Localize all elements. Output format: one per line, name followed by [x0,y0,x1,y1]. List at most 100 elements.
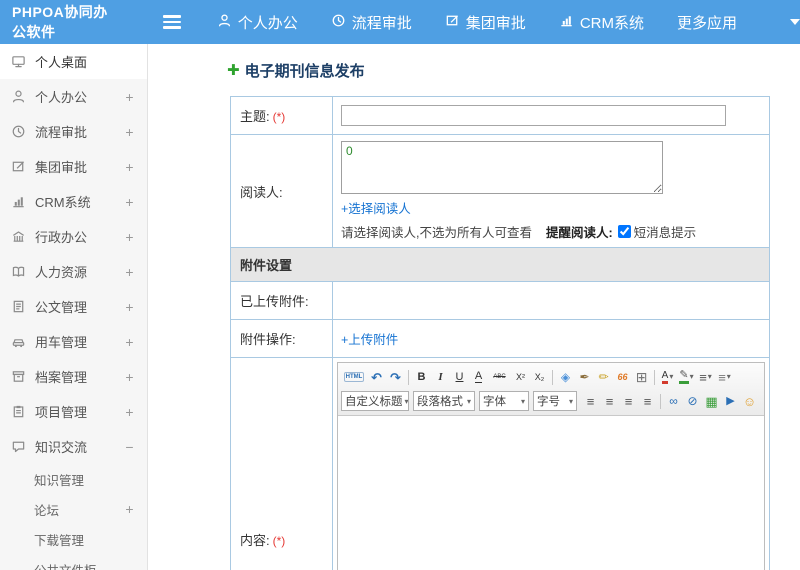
expand-toggle[interactable]: + [124,501,135,517]
sidebar-item-archives[interactable]: 档案管理 + [0,359,147,394]
subject-label: 主题: [240,109,270,124]
superscript-icon[interactable] [511,368,530,387]
editor-toolbar: 自定义标题▾ 段落格式▾ 字体▾ 字号▾ [338,363,764,416]
toolbar-divider [552,369,553,385]
sidebar-item-personal-office[interactable]: 个人办公 + [0,79,147,114]
nav-item-group-approval[interactable]: 集团审批 [445,12,526,33]
pen-color-icon[interactable] [677,368,696,387]
eraser-icon[interactable] [556,368,575,387]
sidebar-item-crm[interactable]: CRM系统 + [0,184,147,219]
expand-toggle[interactable]: + [124,124,135,140]
attachment-ops-label: 附件操作: [240,332,296,347]
sidebar-item-workflow-approval[interactable]: 流程审批 + [0,114,147,149]
font-color-icon[interactable] [658,368,677,387]
align-right-icon[interactable] [619,392,638,411]
select-readers-link[interactable]: +选择阅读人 [341,198,411,217]
align-left-icon[interactable] [581,392,600,411]
format-brush-icon[interactable] [575,368,594,387]
readers-textarea[interactable]: 0 [341,141,663,194]
attachment-section-row: 附件设置 [230,247,770,282]
collapse-toggle[interactable]: − [124,439,135,455]
uploaded-attachments-row: 已上传附件: [230,281,770,320]
sidebar-subitem-download[interactable]: 下载管理 [0,524,147,554]
image-icon[interactable] [702,392,721,411]
expand-toggle[interactable]: + [124,404,135,420]
bold-icon[interactable] [412,368,431,387]
ordered-list-icon[interactable] [715,368,734,387]
editor-content-area[interactable] [338,416,764,570]
sidebar-item-vehicle[interactable]: 用车管理 + [0,324,147,359]
sidebar-subitem-label: 公共文件柜 [34,560,124,570]
sidebar-item-label: 个人办公 [35,90,88,105]
sidebar-item-admin-office[interactable]: 行政办公 + [0,219,147,254]
nav-item-crm[interactable]: CRM系统 [559,12,644,33]
required-mark: (*) [272,110,286,124]
table-icon[interactable] [632,368,651,387]
expand-toggle[interactable]: + [124,334,135,350]
nav-item-workflow-approval[interactable]: 流程审批 [331,12,412,33]
sidebar-subitem-label: 知识管理 [34,473,85,488]
top-navigation: 个人办公 流程审批 集团审批 CRM系统 更多应用 [217,12,800,33]
unordered-list-icon[interactable] [696,368,715,387]
sidebar-subitem-knowledge-mgmt[interactable]: 知识管理 [0,464,147,494]
upload-attachment-link[interactable]: +上传附件 [341,329,398,348]
underline-icon[interactable] [450,368,469,387]
expand-toggle[interactable]: + [124,229,135,245]
sidebar-item-knowledge[interactable]: 知识交流 − [0,429,147,464]
paragraph-format-select[interactable]: 段落格式 ▾ [413,391,475,411]
publish-form: 主题: (*) 阅读人: 0 +选择阅读人 请选择阅读人,不选为所有人可查看 提醒… [230,96,770,570]
sidebar-item-label: 项目管理 [35,405,88,420]
sidebar-item-personal-desktop[interactable]: 个人桌面 [0,44,147,79]
unlink-icon[interactable] [683,392,702,411]
nav-item-more-apps[interactable]: 更多应用 [677,12,737,33]
desktop-icon [11,54,26,69]
app-logo[interactable]: PHPOA协同办公软件 [0,2,131,42]
redo-icon[interactable] [386,368,405,387]
hamburger-icon[interactable] [162,15,181,29]
emoticon-icon[interactable] [740,392,759,411]
subject-input[interactable] [341,105,726,126]
sidebar-subitem-public-cabinet[interactable]: 公共文件柜 [0,554,147,570]
font-size-select[interactable]: 字号 ▾ [533,391,577,411]
sidebar-subitem-forum[interactable]: 论坛 + [0,494,147,524]
expand-toggle[interactable]: + [124,369,135,385]
sidebar-item-group-approval[interactable]: 集团审批 + [0,149,147,184]
nav-label: 个人办公 [237,14,298,32]
edit-icon [445,13,460,32]
subscript-icon[interactable] [530,368,549,387]
sms-checkbox[interactable] [617,225,631,238]
expand-toggle[interactable]: + [124,159,135,175]
sidebar-item-projects[interactable]: 项目管理 + [0,394,147,429]
toolbar-divider [660,393,661,409]
html-source-icon[interactable] [341,368,367,387]
sidebar-item-official-docs[interactable]: 公文管理 + [0,289,147,324]
chevron-down-icon: ▾ [404,396,409,406]
sidebar-item-label: 用车管理 [35,335,88,350]
clipboard-icon [11,404,26,419]
car-icon [11,334,26,349]
align-center-icon[interactable] [600,392,619,411]
highlight-pen-icon[interactable] [594,368,613,387]
nav-item-personal-office[interactable]: 个人办公 [217,12,298,33]
caret-down-icon[interactable] [790,19,800,25]
expand-toggle[interactable]: + [124,89,135,105]
sidebar-item-hr[interactable]: 人力资源 + [0,254,147,289]
readers-row: 阅读人: 0 +选择阅读人 请选择阅读人,不选为所有人可查看 提醒阅读人: 短消… [230,134,770,248]
sidebar-subitem-label: 论坛 [34,503,60,518]
expand-toggle[interactable]: + [124,194,135,210]
media-icon[interactable] [721,392,740,411]
undo-icon[interactable] [367,368,386,387]
font-style-a-icon[interactable] [469,368,488,387]
font-family-select[interactable]: 字体 ▾ [479,391,529,411]
blockquote-icon[interactable] [613,368,632,387]
expand-toggle[interactable]: + [124,264,135,280]
heading-select[interactable]: 自定义标题 ▾ [341,391,409,411]
strikethrough-icon[interactable] [488,368,511,387]
align-justify-icon[interactable] [638,392,657,411]
italic-icon[interactable] [431,368,450,387]
link-icon[interactable] [664,392,683,411]
uploaded-label-cell: 已上传附件: [230,281,333,320]
font-family-select-label: 字体 [483,396,506,408]
expand-toggle[interactable]: + [124,299,135,315]
readers-label-cell: 阅读人: [230,134,333,248]
